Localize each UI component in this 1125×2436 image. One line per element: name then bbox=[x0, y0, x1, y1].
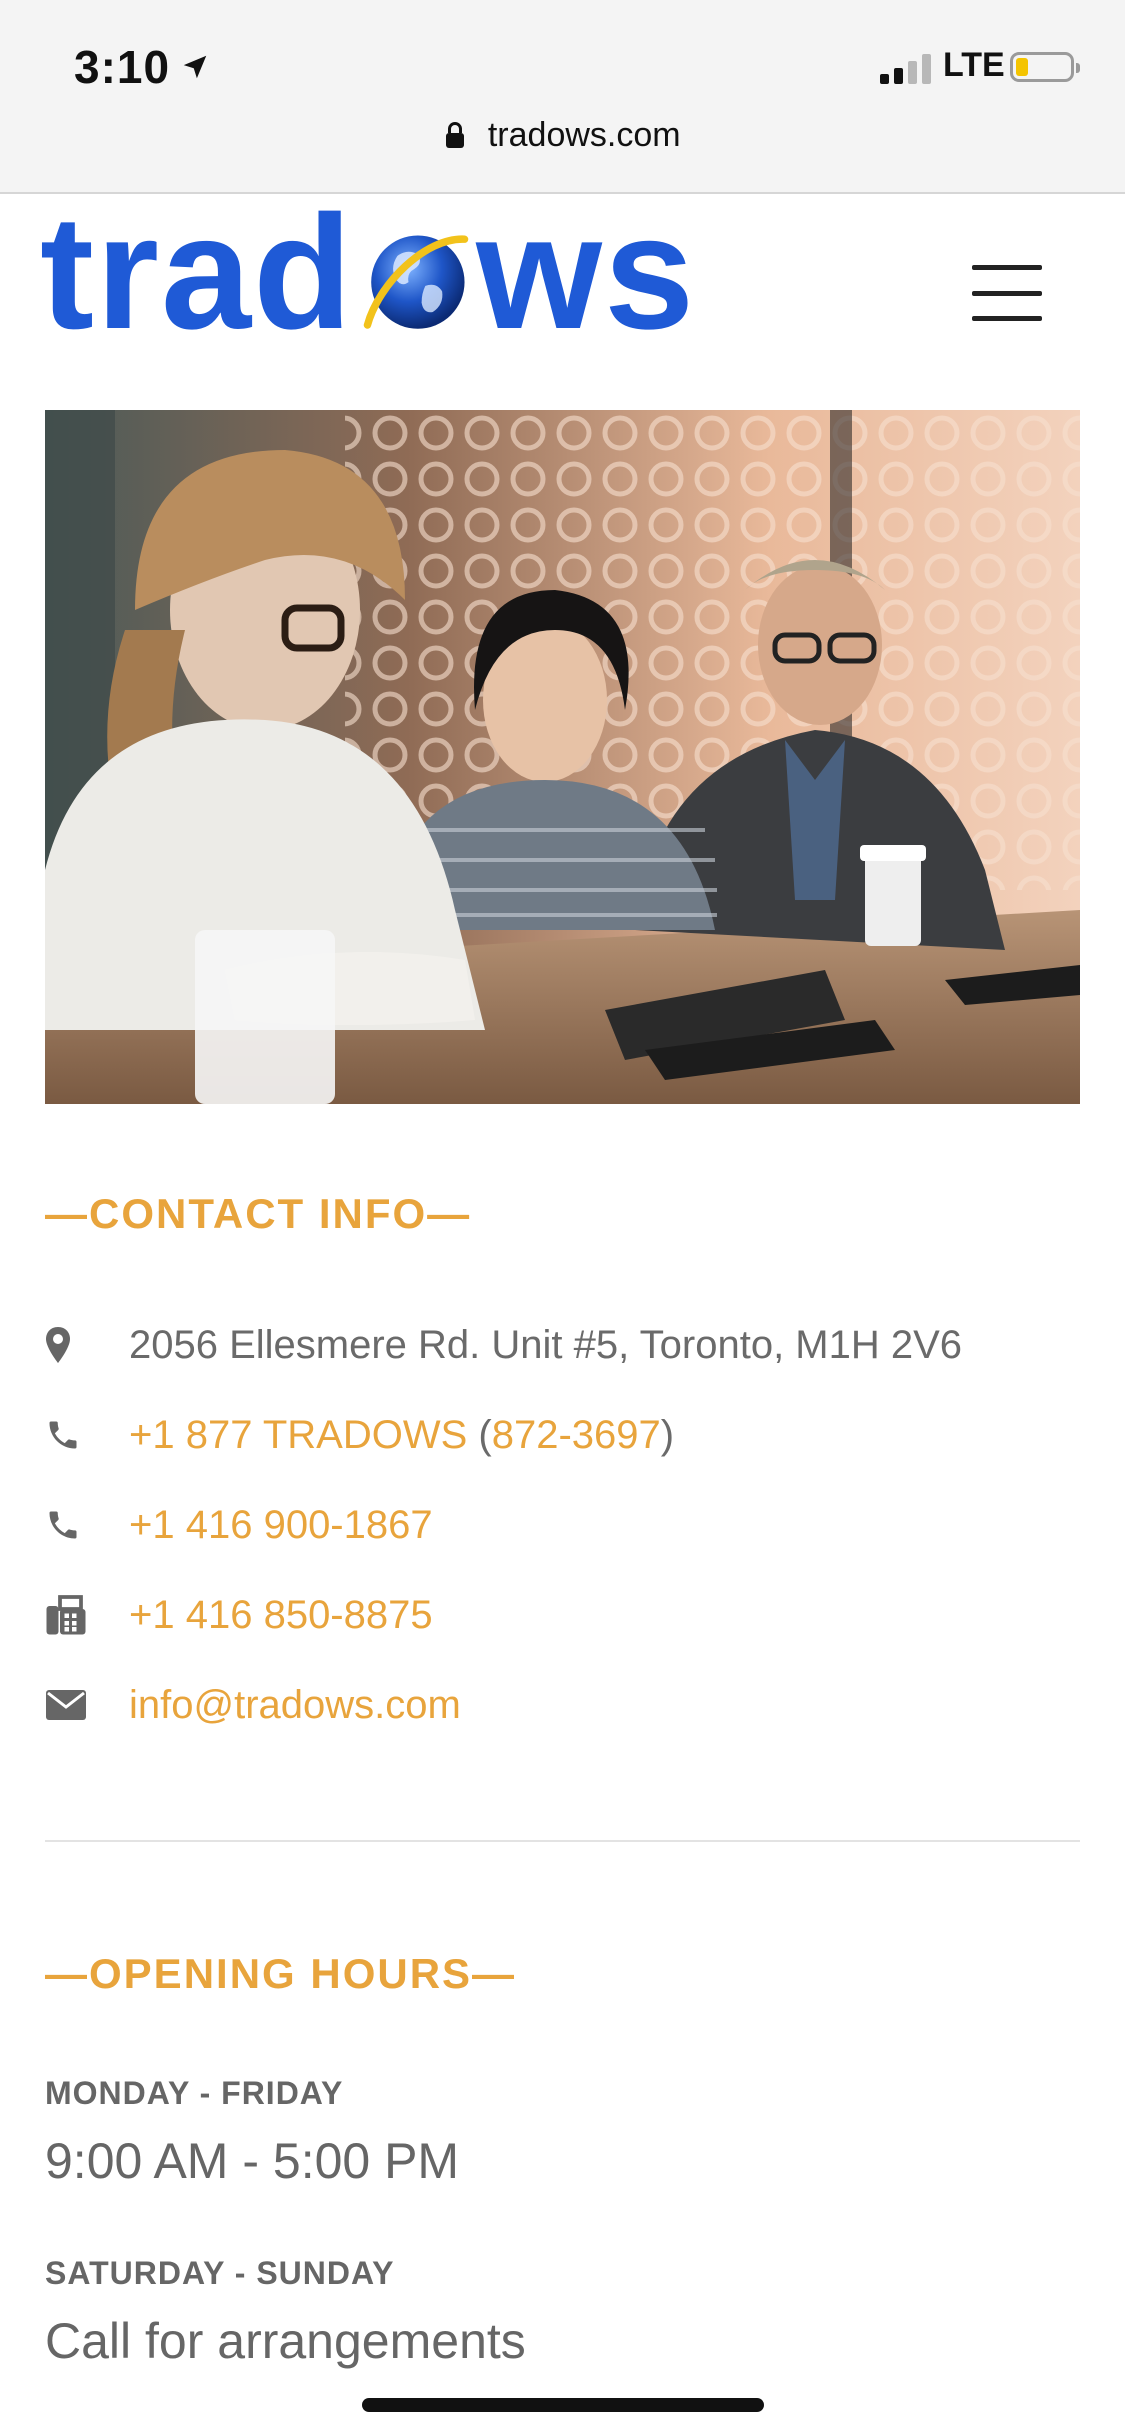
contact-fax-row: +1 416 850-8875 bbox=[45, 1585, 1080, 1645]
phone2-link[interactable]: +1 416 900-1867 bbox=[129, 1503, 433, 1547]
carrier-label: LTE bbox=[943, 46, 1005, 84]
contact-info-heading: —CONTACT INFO— bbox=[45, 1190, 472, 1237]
opening-hours-heading: —OPENING HOURS— bbox=[45, 1950, 517, 1997]
weekend-label: SATURDAY - SUNDAY bbox=[45, 2255, 395, 2291]
phone1-number-link[interactable]: 872-3697 bbox=[492, 1413, 661, 1457]
section-divider bbox=[45, 1840, 1080, 1842]
email-link[interactable]: info@tradows.com bbox=[129, 1683, 461, 1727]
phone-icon bbox=[49, 1511, 77, 1539]
browser-top-bar: 3:10 LTE tradows.com bbox=[0, 0, 1125, 194]
fax-link[interactable]: +1 416 850-8875 bbox=[129, 1593, 433, 1637]
menu-bar-icon bbox=[972, 290, 1042, 296]
status-time: 3:10 bbox=[74, 40, 210, 94]
contact-phone2-row: +1 416 900-1867 bbox=[45, 1495, 1080, 1555]
status-time-text: 3:10 bbox=[74, 41, 171, 93]
location-arrow-icon bbox=[183, 55, 207, 79]
phone-icon bbox=[49, 1421, 77, 1449]
contact-address: 2056 Ellesmere Rd. Unit #5, Toronto, M1H… bbox=[129, 1322, 963, 1367]
envelope-icon bbox=[46, 1690, 86, 1720]
phone1-link[interactable]: +1 877 TRADOWS bbox=[129, 1413, 467, 1457]
hero-photo bbox=[45, 410, 1080, 1104]
url-text: tradows.com bbox=[487, 116, 681, 154]
url-bar[interactable]: tradows.com bbox=[0, 116, 1125, 155]
contact-phone1-text: +1 877 TRADOWS (872-3697) bbox=[129, 1413, 674, 1458]
phone1-open-paren: ( bbox=[467, 1412, 492, 1457]
menu-bar-icon bbox=[972, 265, 1042, 270]
weekday-label: MONDAY - FRIDAY bbox=[45, 2075, 344, 2111]
weekday-hours: 9:00 AM - 5:00 PM bbox=[45, 2133, 460, 2189]
logo-text-prefix: trad bbox=[40, 182, 355, 363]
battery-icon bbox=[1010, 52, 1080, 82]
home-indicator[interactable] bbox=[362, 2398, 764, 2412]
menu-bar-icon bbox=[972, 316, 1042, 321]
weekend-hours: Call for arrangements bbox=[45, 2313, 526, 2369]
contact-phone1-row: +1 877 TRADOWS (872-3697) bbox=[45, 1405, 1080, 1465]
phone1-close-paren: ) bbox=[660, 1412, 675, 1457]
fax-icon bbox=[46, 1595, 86, 1635]
cell-signal-icon bbox=[880, 52, 931, 84]
contact-address-row: 2056 Ellesmere Rd. Unit #5, Toronto, M1H… bbox=[45, 1315, 1080, 1375]
contact-email-row: info@tradows.com bbox=[45, 1675, 1080, 1735]
globe-icon bbox=[363, 235, 469, 329]
tradows-logo[interactable]: trad ws bbox=[40, 182, 697, 363]
hamburger-menu-button[interactable] bbox=[972, 265, 1042, 321]
map-marker-icon bbox=[46, 1327, 70, 1363]
logo-text-suffix: ws bbox=[476, 182, 697, 363]
office-team-photo bbox=[45, 410, 1080, 1104]
lock-icon bbox=[446, 122, 465, 148]
